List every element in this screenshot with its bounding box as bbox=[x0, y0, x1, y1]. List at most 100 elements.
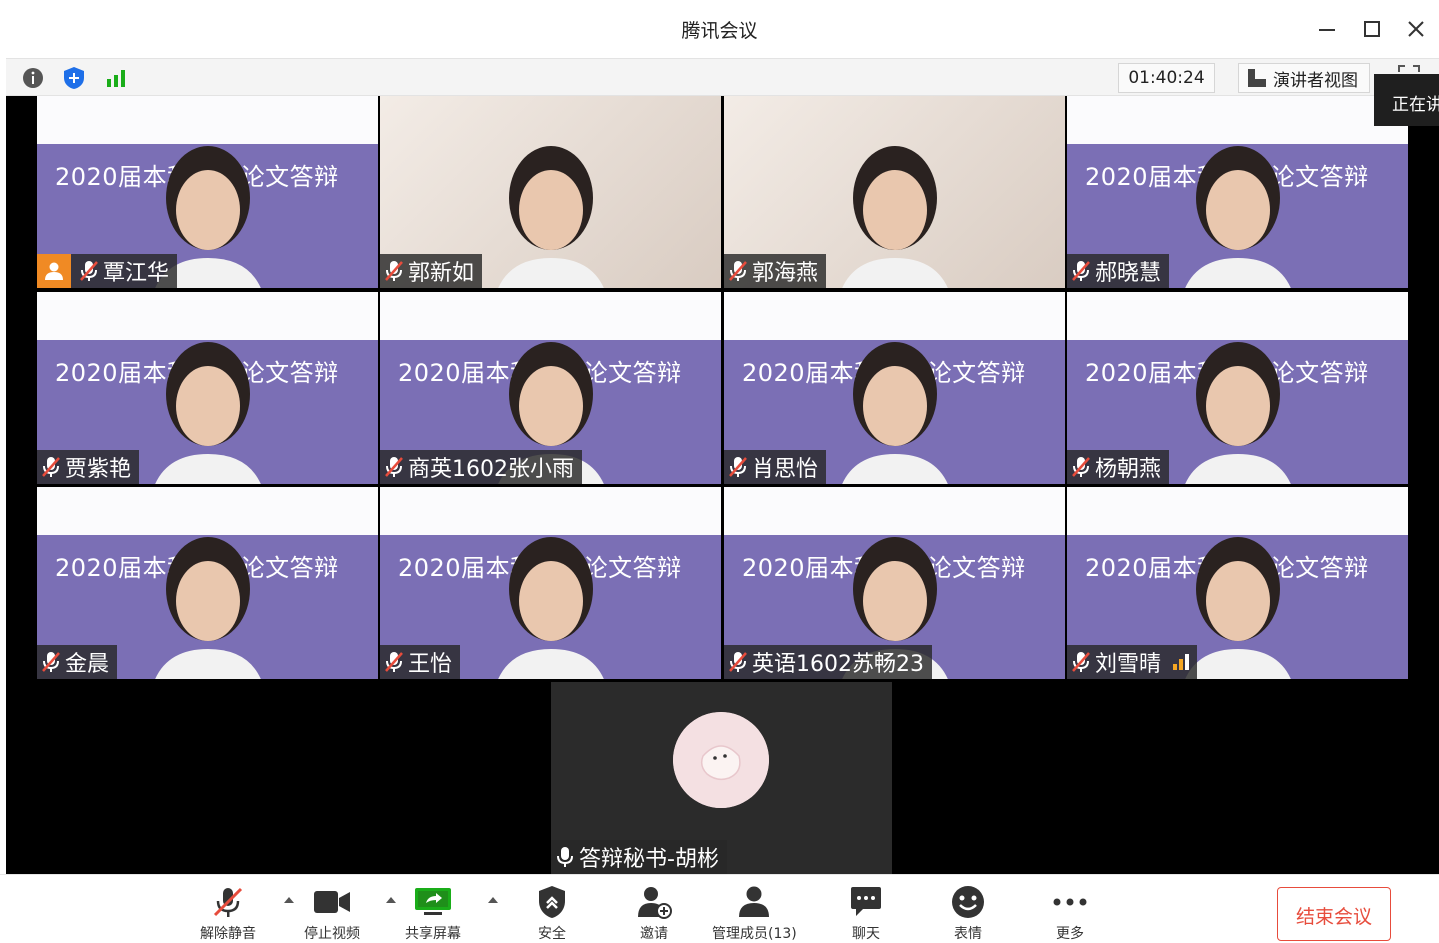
video-tile[interactable]: 2020届本科学位论文答辩刘雪晴 bbox=[1067, 487, 1408, 679]
participant-video-silhouette bbox=[154, 342, 261, 484]
participant-nametag: 肖思怡 bbox=[724, 450, 827, 484]
participant-nametag: 贾紫艳 bbox=[37, 450, 140, 484]
minimize-button[interactable] bbox=[1312, 14, 1342, 44]
video-tile[interactable]: 2020届本科学位论文答辩覃江华 bbox=[37, 96, 378, 288]
video-tile[interactable]: 2020届本科学位论文答辩贾紫艳 bbox=[37, 292, 378, 484]
video-gallery: 2020届本科学位论文答辩覃江华郭新如郭海燕2020届本科学位论文答辩郝晓慧20… bbox=[6, 96, 1439, 874]
security-status-button[interactable] bbox=[62, 66, 86, 90]
video-tile[interactable]: 2020届本科学位论文答辩王怡 bbox=[380, 487, 721, 679]
participant-nametag: 王怡 bbox=[380, 645, 461, 679]
meeting-info-bar: 01:40:24 演讲者视图 bbox=[6, 58, 1439, 96]
layout-icon bbox=[1248, 69, 1266, 87]
video-tile[interactable]: 郭海燕 bbox=[724, 96, 1065, 288]
reactions-label: 表情 bbox=[954, 926, 982, 942]
participant-name: 刘雪晴 bbox=[1095, 652, 1162, 677]
participant-nametag: 覃江华 bbox=[37, 254, 178, 288]
video-tile[interactable]: 2020届本科学位论文答辩肖思怡 bbox=[724, 292, 1065, 484]
participant-nametag: 杨朝燕 bbox=[1067, 450, 1170, 484]
microphone-muted-icon bbox=[1072, 652, 1090, 672]
more-button[interactable]: 更多 bbox=[1050, 885, 1090, 943]
participant-nametag: 郭海燕 bbox=[724, 254, 827, 288]
microphone-icon bbox=[557, 847, 573, 867]
security-label: 安全 bbox=[538, 926, 566, 942]
microphone-muted-icon bbox=[385, 457, 403, 477]
microphone-muted-icon bbox=[1072, 261, 1090, 281]
share-screen-label: 共享屏幕 bbox=[405, 926, 461, 942]
participant-name: 郭新如 bbox=[408, 261, 475, 286]
speaker-view-button[interactable]: 演讲者视图 bbox=[1238, 63, 1370, 93]
add-user-icon bbox=[638, 887, 672, 919]
speaking-indicator: 正在讲 bbox=[1374, 74, 1439, 126]
participant-name: 王怡 bbox=[408, 652, 453, 677]
participant-nametag: 郭新如 bbox=[380, 254, 483, 288]
network-status-button[interactable] bbox=[104, 66, 128, 90]
participant-video-silhouette bbox=[1184, 146, 1291, 288]
maximize-icon bbox=[1364, 21, 1380, 37]
speaker-view-label: 演讲者视图 bbox=[1273, 70, 1358, 91]
chat-button[interactable]: 聊天 bbox=[846, 885, 886, 943]
maximize-button[interactable] bbox=[1357, 14, 1387, 44]
participant-nametag: 英语1602苏畅23 bbox=[724, 645, 932, 679]
microphone-muted-icon bbox=[385, 261, 403, 281]
chat-label: 聊天 bbox=[852, 926, 880, 942]
audio-options-chevron-icon[interactable] bbox=[282, 893, 296, 907]
share-screen-icon bbox=[415, 888, 451, 915]
video-tile[interactable]: 2020届本科学位论文答辩商英1602张小雨 bbox=[380, 292, 721, 484]
microphone-muted-icon bbox=[729, 457, 747, 477]
share-options-chevron-icon[interactable] bbox=[486, 893, 500, 907]
close-button[interactable] bbox=[1401, 14, 1431, 44]
participant-name: 金晨 bbox=[65, 652, 110, 677]
video-tile[interactable]: 2020届本科学位论文答辩杨朝燕 bbox=[1067, 292, 1408, 484]
participant-nametag: 商英1602张小雨 bbox=[380, 450, 582, 484]
video-tile[interactable]: 2020届本科学位论文答辩英语1602苏畅23 bbox=[724, 487, 1065, 679]
stop-video-button[interactable]: 停止视频 bbox=[304, 885, 360, 943]
microphone-muted-icon bbox=[1072, 457, 1090, 477]
audio-level-icon bbox=[1173, 654, 1190, 670]
avatar bbox=[673, 712, 769, 808]
unmute-label: 解除静音 bbox=[200, 926, 256, 942]
title-bar: 腾讯会议 bbox=[0, 0, 1439, 58]
invite-label: 邀请 bbox=[640, 926, 668, 942]
video-tile[interactable]: 2020届本科学位论文答辩金晨 bbox=[37, 487, 378, 679]
invite-button[interactable]: 邀请 bbox=[634, 885, 674, 943]
more-dots-icon bbox=[1053, 898, 1087, 906]
participant-nametag: 答辩秘书-胡彬 bbox=[551, 840, 727, 874]
info-icon bbox=[23, 68, 43, 88]
participant-name: 英语1602苏畅23 bbox=[752, 652, 924, 677]
microphone-muted-icon bbox=[385, 652, 403, 672]
participant-video-silhouette bbox=[497, 537, 604, 679]
host-badge-icon bbox=[37, 254, 71, 288]
participant-name: 覃江华 bbox=[103, 261, 170, 286]
microphone-muted-icon bbox=[729, 261, 747, 281]
manage-members-label: 管理成员(13) bbox=[712, 926, 797, 942]
signal-bars-icon bbox=[107, 70, 125, 87]
participant-nametag: 郝晓慧 bbox=[1067, 254, 1170, 288]
video-options-chevron-icon[interactable] bbox=[384, 893, 398, 907]
video-tile[interactable]: 2020届本科学位论文答辩郝晓慧 bbox=[1067, 96, 1408, 288]
end-meeting-button[interactable]: 结束会议 bbox=[1277, 887, 1391, 941]
chat-bubble-icon bbox=[851, 887, 881, 916]
more-label: 更多 bbox=[1056, 926, 1084, 942]
participant-video-silhouette bbox=[154, 537, 261, 679]
meeting-timer: 01:40:24 bbox=[1118, 63, 1215, 93]
window-title: 腾讯会议 bbox=[681, 20, 758, 42]
participant-video-silhouette bbox=[497, 146, 604, 288]
video-tile-audio-only[interactable]: 答辩秘书-胡彬 bbox=[551, 682, 892, 874]
participant-video-silhouette bbox=[841, 146, 948, 288]
meeting-toolbar: 解除静音 停止视频 共享屏幕 安全 邀请 管理成员(13) 聊天 表情 更多 结… bbox=[0, 874, 1439, 942]
share-screen-button[interactable]: 共享屏幕 bbox=[405, 885, 461, 943]
info-button[interactable] bbox=[21, 66, 45, 90]
security-button[interactable]: 安全 bbox=[532, 885, 572, 943]
video-camera-icon bbox=[314, 891, 350, 913]
participant-video-silhouette bbox=[841, 342, 948, 484]
unmute-button[interactable]: 解除静音 bbox=[200, 885, 256, 943]
manage-members-button[interactable]: 管理成员(13) bbox=[712, 885, 797, 943]
minimize-icon bbox=[1319, 29, 1335, 31]
members-icon bbox=[739, 886, 770, 917]
shield-icon bbox=[64, 67, 84, 89]
reactions-button[interactable]: 表情 bbox=[948, 885, 988, 943]
microphone-muted-icon bbox=[42, 457, 60, 477]
microphone-muted-icon bbox=[729, 652, 747, 672]
participant-name: 郭海燕 bbox=[752, 261, 819, 286]
video-tile[interactable]: 郭新如 bbox=[380, 96, 721, 288]
